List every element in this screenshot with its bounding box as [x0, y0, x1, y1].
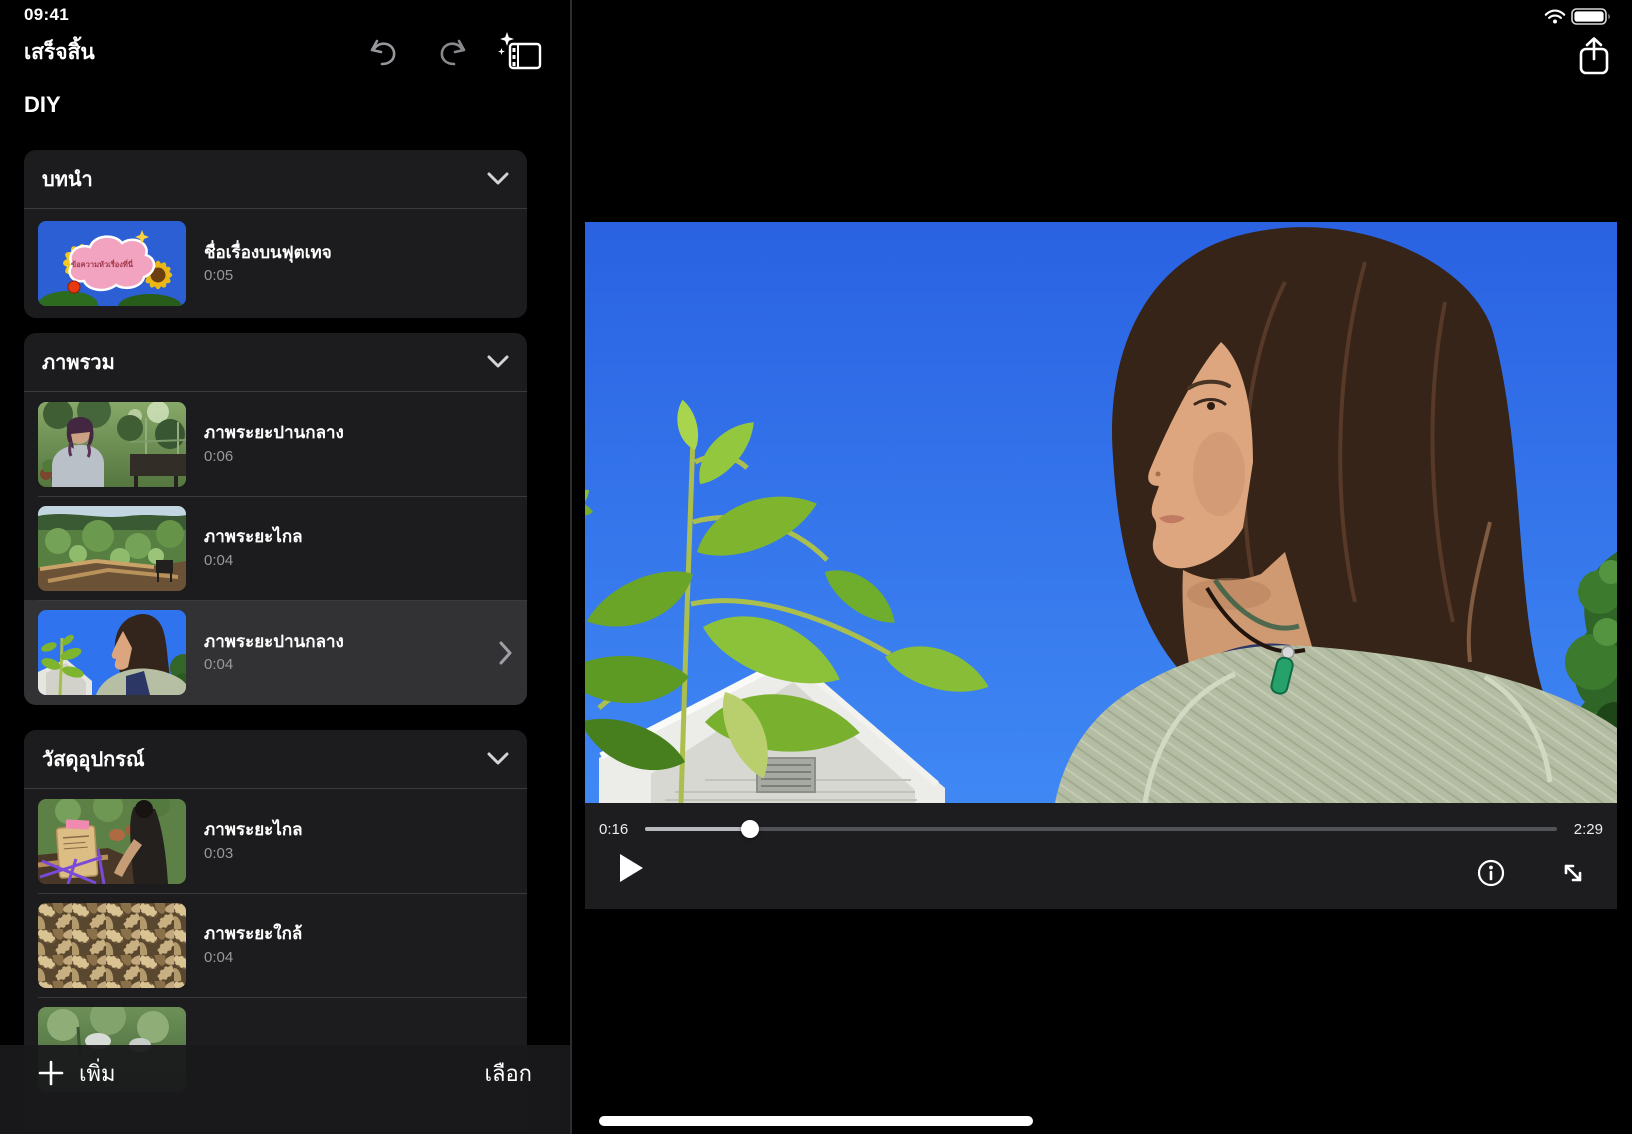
clip-duration: 0:04 — [204, 656, 491, 673]
bottom-toolbar: เพิ่ม เลือก — [0, 1045, 571, 1134]
info-button[interactable] — [1477, 859, 1505, 887]
select-button[interactable]: เลือก — [484, 1056, 532, 1091]
current-time: 0:16 — [599, 821, 633, 838]
clip-label: ภาพระยะปานกลาง — [204, 632, 491, 652]
thumbnail-woman-sky — [38, 610, 186, 695]
progress-fill — [645, 827, 750, 831]
thumbnail-title-sunflowers: ข้อความหัวเรื่องที่นี่ — [38, 221, 186, 306]
section-title: วัสดุอุปกรณ์ — [42, 743, 145, 775]
list-item-title-clip[interactable]: ข้อความหัวเรื่องที่นี่ ชื่อเรื่องบนฟุตเท… — [24, 209, 527, 318]
scrubber-track[interactable] — [645, 827, 1557, 831]
project-title: DIY — [24, 92, 61, 118]
section-header-intro[interactable]: บทนำ — [24, 150, 527, 209]
status-time: 09:41 — [24, 5, 69, 25]
clip-duration: 0:04 — [204, 949, 513, 966]
undo-button[interactable] — [366, 38, 400, 68]
clip-label: ชื่อเรื่องบนฟุตเทจ — [204, 243, 513, 263]
plus-icon — [38, 1060, 64, 1086]
wifi-icon — [1544, 8, 1566, 25]
list-item-medium-shot-1[interactable]: ภาพระยะปานกลาง 0:06 — [24, 392, 527, 496]
redo-button[interactable] — [436, 38, 470, 68]
sidebar-divider — [570, 0, 572, 1134]
thumbnail-garden-sign — [38, 799, 186, 884]
share-button[interactable] — [1578, 36, 1610, 76]
chevron-down-icon — [487, 355, 509, 369]
thumbnail-title-text: ข้อความหัวเรื่องที่นี่ — [66, 248, 138, 280]
list-item-medium-shot-selected[interactable]: ภาพระยะปานกลาง 0:04 — [24, 600, 527, 705]
list-item-closeup[interactable]: ภาพระยะใกล้ 0:04 — [24, 893, 527, 997]
section-header-materials[interactable]: วัสดุอุปกรณ์ — [24, 730, 527, 789]
list-item-long-shot-2[interactable]: ภาพระยะไกล 0:03 — [24, 789, 527, 893]
thumbnail-sunflower-seeds — [38, 903, 186, 988]
add-button[interactable]: เพิ่ม — [38, 1056, 116, 1091]
thumbnail-girl-garden — [38, 402, 186, 487]
clip-duration: 0:06 — [204, 448, 513, 465]
total-time: 2:29 — [1569, 821, 1603, 838]
chevron-down-icon — [487, 172, 509, 186]
chevron-down-icon — [487, 752, 509, 766]
clip-duration: 0:04 — [204, 552, 513, 569]
list-item-long-shot-1[interactable]: ภาพระยะไกล 0:04 — [24, 496, 527, 600]
section-title: ภาพรวม — [42, 346, 115, 378]
clip-label: ภาพระยะไกล — [204, 820, 513, 840]
home-indicator[interactable] — [599, 1116, 1033, 1126]
section-header-overview[interactable]: ภาพรวม — [24, 333, 527, 392]
clip-label: ภาพระยะปานกลาง — [204, 423, 513, 443]
play-button[interactable] — [618, 853, 644, 883]
thumbnail-garden-beds — [38, 506, 186, 591]
scrubber-knob[interactable] — [741, 820, 759, 838]
done-button[interactable]: เสร็จสิ้น — [24, 36, 95, 69]
chevron-right-icon — [499, 641, 513, 665]
video-preview[interactable] — [585, 222, 1617, 803]
clip-label: ภาพระยะไกล — [204, 527, 513, 547]
fullscreen-button[interactable] — [1561, 861, 1585, 885]
section-title: บทนำ — [42, 163, 93, 195]
clip-duration: 0:03 — [204, 845, 513, 862]
section-card-intro: บทนำ — [24, 150, 527, 318]
section-card-overview: ภาพรวม — [24, 333, 527, 705]
battery-icon — [1571, 8, 1612, 25]
add-label: เพิ่ม — [79, 1056, 116, 1091]
clip-duration: 0:05 — [204, 267, 513, 284]
clip-label: ภาพระยะใกล้ — [204, 924, 513, 944]
magic-filmstrip-button[interactable] — [498, 30, 544, 74]
player-controls: 0:16 2:29 — [585, 803, 1617, 909]
